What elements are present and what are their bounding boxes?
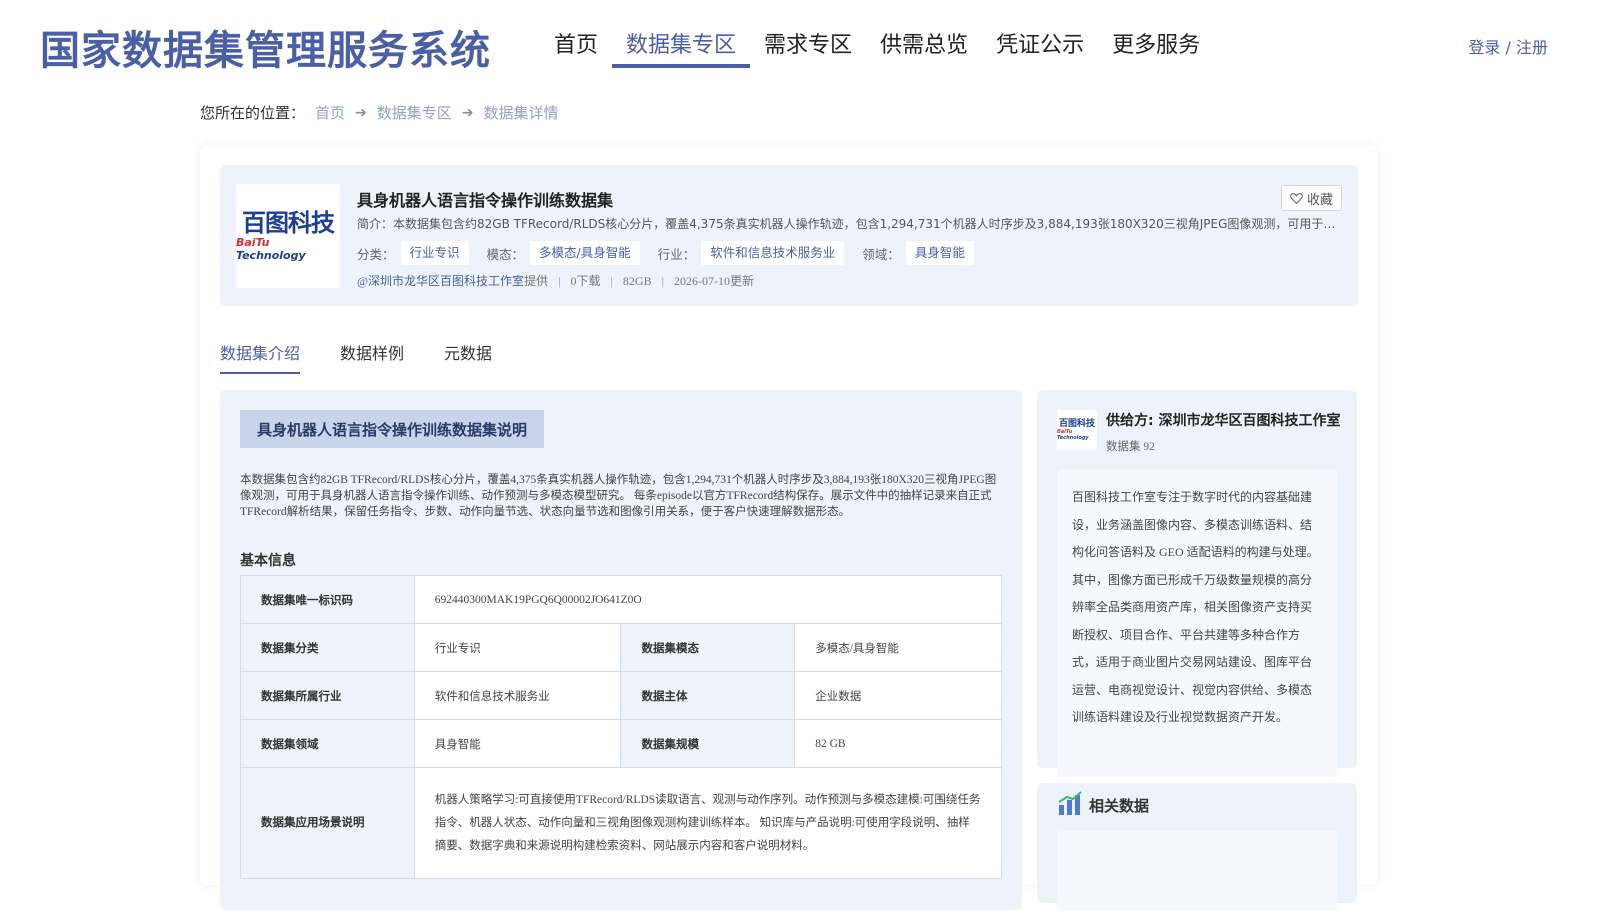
- login-register-link[interactable]: 登录 / 注册: [1468, 34, 1548, 58]
- heart-icon: [1290, 193, 1303, 204]
- supplier-name[interactable]: 供给方: 深圳市龙华区百图科技工作室: [1106, 410, 1340, 430]
- dataset-tags: 分类： 行业专识 模态： 多模态/具身智能 行业： 软件和信息技术服务业 领域：…: [357, 241, 992, 265]
- industry-value: 软件和信息技术服务业: [413, 671, 622, 720]
- breadcrumb-dataset-detail: 数据集详情: [483, 104, 559, 122]
- dataset-size: 82GB: [622, 274, 652, 288]
- dataset-detail-card: 百图科技 BaiTu Technology 具身机器人语言指令操作训练数据集 简…: [200, 145, 1378, 911]
- table-row: 数据集唯一标识码 692440300MAK19PGQ6Q00002JO641Z0…: [240, 575, 1003, 624]
- provider-suffix: 提供: [524, 274, 549, 288]
- breadcrumb-prefix: 您所在的位置：: [200, 104, 306, 122]
- logo-brand-b: Technology: [236, 249, 306, 262]
- supplier-logo-subtext: BaiTu Technology: [1057, 429, 1097, 441]
- subject-label: 数据主体: [620, 671, 796, 720]
- section-title: 具身机器人语言指令操作训练数据集说明: [240, 410, 544, 448]
- tag-label-domain: 领域：: [862, 246, 900, 262]
- dataset-header: 百图科技 BaiTu Technology 具身机器人语言指令操作训练数据集 简…: [220, 165, 1358, 306]
- bar-chart-icon: [1058, 791, 1082, 815]
- basic-info-table: 数据集唯一标识码 692440300MAK19PGQ6Q00002JO641Z0…: [240, 575, 1003, 879]
- download-count: 0下载: [570, 274, 601, 288]
- subject-value: 企业数据: [794, 671, 1002, 720]
- id-value: 692440300MAK19PGQ6Q00002JO641Z0O: [413, 575, 1003, 624]
- detail-tabs: 数据集介绍 数据样例 元数据: [220, 340, 532, 374]
- tag-category[interactable]: 行业专识: [400, 241, 469, 265]
- scenario-value: 机器人策略学习:可直接使用TFRecord/RLDS读取语言、观测与动作序列。动…: [413, 767, 1003, 879]
- table-row: 数据集领域 具身智能 数据集规模 82 GB: [240, 719, 1002, 768]
- nav-certificates[interactable]: 凭证公示: [982, 28, 1098, 68]
- supplier-logo-brand-b: Technology: [1057, 435, 1089, 441]
- tag-label-industry: 行业：: [657, 246, 696, 262]
- dataset-description: 本数据集包含约82GB TFRecord/RLDS核心分片，覆盖4,375条真实…: [240, 474, 997, 518]
- modality-label: 数据集模态: [620, 623, 796, 672]
- tag-label-modality: 模态：: [486, 246, 525, 262]
- domain-label: 数据集领域: [240, 719, 415, 768]
- nav-overview[interactable]: 供需总览: [866, 28, 982, 68]
- tab-metadata[interactable]: 元数据: [444, 340, 492, 374]
- provider-link[interactable]: @深圳市龙华区百图科技工作室: [357, 274, 524, 288]
- industry-label: 数据集所属行业: [240, 671, 415, 720]
- supplier-logo-text: 百图科技: [1058, 419, 1095, 429]
- logo-text: 百图科技: [242, 209, 335, 237]
- dataset-intro: 简介：本数据集包含约82GB TFRecord/RLDS核心分片，覆盖4,375…: [357, 217, 1347, 231]
- provider-logo: 百图科技 BaiTu Technology: [236, 184, 340, 288]
- tab-introduction[interactable]: 数据集介绍: [220, 340, 301, 374]
- arrow-right-icon: ➔: [355, 104, 367, 121]
- scale-value: 82 GB: [794, 719, 1002, 768]
- favorite-label: 收藏: [1306, 192, 1333, 208]
- table-row: 数据集应用场景说明 机器人策略学习:可直接使用TFRecord/RLDS读取语言…: [240, 767, 1003, 879]
- nav-demands[interactable]: 需求专区: [750, 28, 866, 68]
- modality-value: 多模态/具身智能: [794, 623, 1002, 672]
- category-value: 行业专识: [413, 623, 622, 672]
- logo-subtext: BaiTu Technology: [236, 236, 340, 262]
- related-data-title: 相关数据: [1089, 797, 1150, 815]
- tag-label-category: 分类：: [357, 246, 395, 262]
- supplier-logo[interactable]: 百图科技 BaiTu Technology: [1057, 410, 1097, 450]
- scenario-label: 数据集应用场景说明: [240, 767, 415, 879]
- breadcrumb: 您所在的位置： 首页 ➔ 数据集专区 ➔ 数据集详情: [200, 102, 559, 123]
- related-data-list: [1057, 831, 1337, 911]
- dataset-title: 具身机器人语言指令操作训练数据集: [357, 191, 614, 210]
- related-data-panel: 相关数据: [1037, 783, 1357, 911]
- id-label: 数据集唯一标识码: [240, 575, 415, 624]
- domain-value: 具身智能: [413, 719, 622, 768]
- table-row: 数据集所属行业 软件和信息技术服务业 数据主体 企业数据: [240, 671, 1002, 720]
- favorite-button[interactable]: 收藏: [1280, 185, 1342, 211]
- introduction-panel: 具身机器人语言指令操作训练数据集说明 本数据集包含约82GB TFRecord/…: [220, 390, 1022, 910]
- breadcrumb-datasets[interactable]: 数据集专区: [377, 102, 452, 123]
- logo-brand-a: BaiTu: [236, 236, 270, 249]
- tab-samples[interactable]: 数据样例: [340, 340, 404, 374]
- supplier-description: 百图科技工作室专注于数字时代的内容基础建设，业务涵盖图像内容、多模态训练语料、结…: [1057, 469, 1337, 777]
- basic-info-title: 基本信息: [240, 553, 296, 569]
- breadcrumb-home[interactable]: 首页: [315, 102, 345, 123]
- nav-home[interactable]: 首页: [540, 28, 612, 68]
- tag-domain[interactable]: 具身智能: [905, 241, 974, 265]
- supplier-panel: 百图科技 BaiTu Technology 供给方: 深圳市龙华区百图科技工作室…: [1037, 390, 1357, 777]
- table-row: 数据集分类 行业专识 数据集模态 多模态/具身智能: [240, 623, 1002, 672]
- tag-modality[interactable]: 多模态/具身智能: [530, 241, 640, 265]
- nav-more-services[interactable]: 更多服务: [1098, 28, 1214, 68]
- main-nav: 首页 数据集专区 需求专区 供需总览 凭证公示 更多服务: [540, 28, 1214, 68]
- supplier-dataset-count: 数据集 92: [1106, 441, 1155, 453]
- nav-datasets[interactable]: 数据集专区: [612, 28, 751, 68]
- site-title[interactable]: 国家数据集管理服务系统: [40, 18, 491, 76]
- arrow-right-icon: ➔: [461, 104, 474, 121]
- tag-industry[interactable]: 软件和信息技术服务业: [701, 241, 845, 265]
- category-label: 数据集分类: [240, 623, 415, 672]
- update-date: 2026-07-10更新: [673, 274, 754, 288]
- dataset-meta: @深圳市龙华区百图科技工作室提供 | 0下载 | 82GB | 2026-07-…: [357, 274, 754, 288]
- scale-label: 数据集规模: [620, 719, 796, 768]
